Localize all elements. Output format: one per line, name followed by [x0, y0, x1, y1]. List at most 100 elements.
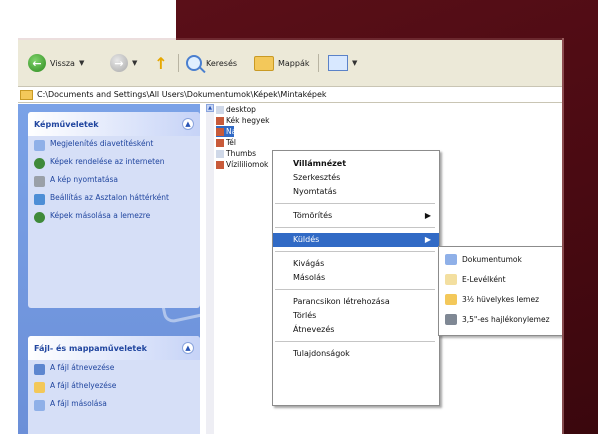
file-list: desktop Kék hegyek Naplemente Tél Thumbs… [216, 104, 276, 170]
task-label: A fájl áthelyezése [50, 381, 117, 390]
chevron-down-icon: ▼ [352, 59, 358, 67]
search-button-label: Keresés [206, 58, 238, 68]
submenu-arrow-icon: ▶ [424, 211, 431, 220]
file-tasks-box: Fájl- és mappaműveletek ▲ A fájl átnevez… [28, 336, 200, 434]
task-label: Képek rendelése az interneten [50, 157, 165, 166]
rename-icon [34, 364, 45, 375]
menu-item-delete[interactable]: Törlés [273, 309, 439, 323]
list-item[interactable]: Thumbs [216, 148, 272, 159]
image-icon [216, 127, 224, 136]
task-rename[interactable]: A fájl átnevezése [28, 360, 200, 378]
zip-folder-icon [445, 293, 457, 305]
context-menu: Villámnézet Szerkesztés Nyomtatás Tömörí… [272, 150, 440, 406]
task-move[interactable]: A fájl áthelyezése [28, 378, 200, 396]
folders-button[interactable]: Mappák [254, 52, 310, 74]
search-icon [186, 55, 202, 71]
search-button[interactable]: Keresés [186, 52, 237, 74]
folders-button-label: Mappák [278, 58, 310, 68]
explorer-window: ← Vissza ▼ → ▼ ↑ Keresés Mappák ▼ C:\Doc… [18, 40, 562, 434]
chevron-down-icon: ▼ [132, 59, 138, 67]
image-icon [216, 116, 224, 125]
scrollbar[interactable]: ▲ [206, 104, 214, 434]
list-item[interactable]: Tél [216, 137, 272, 148]
address-bar[interactable]: C:\Documents and Settings\All Users\Doku… [18, 87, 562, 103]
image-icon [216, 138, 224, 147]
task-label: A kép nyomtatása [50, 175, 119, 184]
send-to-submenu: Dokumentumok E-Levélként 3½ hüvelykes le… [438, 246, 562, 336]
file-icon [216, 105, 224, 114]
task-slideshow[interactable]: Megjelenítés diavetítésként [28, 136, 200, 154]
address-path: C:\Documents and Settings\All Users\Doku… [37, 90, 327, 99]
disc-icon [34, 212, 45, 223]
collapse-icon[interactable]: ▲ [182, 118, 194, 130]
task-pane: Képműveletek ▲ Megjelenítés diavetítéské… [18, 104, 213, 434]
list-item[interactable]: Kék hegyek [216, 115, 276, 126]
submenu-item-documents[interactable]: Dokumentumok [439, 249, 562, 269]
toolbar-separator [318, 54, 319, 72]
file-tasks-header[interactable]: Fájl- és mappaműveletek ▲ [28, 336, 200, 360]
envelope-icon [445, 273, 457, 285]
picture-tasks-title: Képműveletek [34, 119, 99, 129]
menu-separator [275, 227, 435, 228]
menu-item-rename[interactable]: Átnevezés [273, 323, 439, 337]
views-icon [328, 55, 348, 71]
task-print[interactable]: A kép nyomtatása [28, 172, 200, 190]
submenu-label: 3½ hüvelykes lemez [462, 294, 540, 304]
frame-line-right [562, 38, 564, 434]
menu-item-compress[interactable]: Tömörítés ▶ [273, 209, 439, 223]
menu-item-preview[interactable]: Villámnézet [273, 157, 439, 171]
list-item[interactable]: Vízililiomok [216, 159, 272, 170]
printer-icon [34, 176, 45, 187]
up-folder-icon: ↑ [154, 53, 168, 73]
submenu-label: Dokumentumok [462, 254, 522, 264]
image-icon [216, 160, 224, 169]
file-name: Vízililiomok [226, 160, 269, 169]
globe-icon [34, 158, 45, 169]
task-label: A fájl másolása [50, 399, 107, 408]
task-label: Megjelenítés diavetítésként [50, 139, 154, 148]
menu-item-cut[interactable]: Kivágás [273, 257, 439, 271]
chevron-down-icon: ▼ [78, 59, 85, 67]
task-copy-to-cd[interactable]: Képek másolása a lemezre [28, 208, 200, 226]
submenu-item-compressed-folder[interactable]: 3½ hüvelykes lemez [439, 289, 562, 309]
submenu-item-floppy[interactable]: 3,5"-es hajlékonylemez [439, 309, 562, 329]
desktop-icon [34, 194, 45, 205]
file-name: desktop [226, 105, 256, 114]
slideshow-icon [34, 140, 45, 151]
picture-tasks-header[interactable]: Képműveletek ▲ [28, 112, 200, 136]
menu-separator [275, 251, 435, 252]
file-icon [216, 149, 224, 158]
menu-item-properties[interactable]: Tulajdonságok [273, 347, 439, 361]
task-order-prints[interactable]: Képek rendelése az interneten [28, 154, 200, 172]
list-item-selected[interactable]: Naplemente [216, 126, 234, 137]
menu-separator [275, 203, 435, 204]
menu-separator [275, 341, 435, 342]
up-folder-button[interactable]: ↑ [152, 52, 170, 74]
views-button[interactable]: ▼ [328, 52, 357, 74]
menu-item-print[interactable]: Nyomtatás [273, 185, 439, 199]
collapse-icon[interactable]: ▲ [182, 342, 194, 354]
submenu-item-email[interactable]: E-Levélként [439, 269, 562, 289]
scroll-up-icon[interactable]: ▲ [206, 104, 214, 112]
copy-icon [34, 400, 45, 411]
menu-item-send-to[interactable]: Küldés ▶ [273, 233, 439, 247]
move-folder-icon [34, 382, 45, 393]
toolbar-separator [178, 54, 179, 72]
task-label: Beállítás az Asztalon háttérként [50, 193, 169, 202]
forward-button[interactable]: → ▼ [110, 52, 137, 74]
file-name: Thumbs [226, 149, 257, 158]
file-name: Naplemente [226, 127, 234, 136]
file-name: Tél [226, 138, 237, 147]
menu-item-edit[interactable]: Szerkesztés [273, 171, 439, 185]
task-copy[interactable]: A fájl másolása [28, 396, 200, 414]
forward-arrow-icon: → [110, 54, 128, 72]
task-set-background[interactable]: Beállítás az Asztalon háttérként [28, 190, 200, 208]
back-button[interactable]: ← Vissza ▼ [28, 52, 84, 74]
file-name: Kék hegyek [226, 116, 270, 125]
menu-item-create-shortcut[interactable]: Parancsikon létrehozása [273, 295, 439, 309]
back-arrow-icon: ← [28, 54, 46, 72]
task-label: A fájl átnevezése [50, 363, 115, 372]
task-label: Képek másolása a lemezre [50, 211, 151, 220]
menu-item-copy[interactable]: Másolás [273, 271, 439, 285]
list-item[interactable]: desktop [216, 104, 276, 115]
